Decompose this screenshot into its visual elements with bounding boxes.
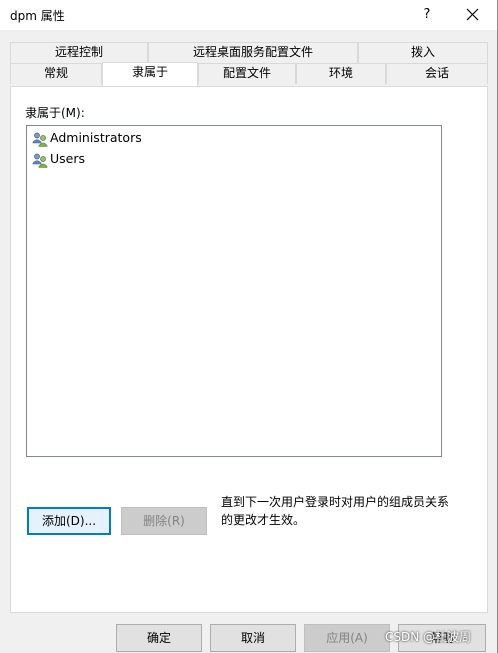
tab-remote-control[interactable]: 远程控制 [10, 42, 148, 63]
list-item[interactable]: Administrators [32, 128, 142, 148]
title-bar[interactable]: dpm 属性 ? [0, 0, 497, 30]
group-icon [32, 153, 48, 168]
membership-note: 直到下一次用户登录时对用户的组成员关系的更改才生效。 [221, 495, 450, 527]
tab-rds-profile[interactable]: 远程桌面服务配置文件 [148, 42, 358, 63]
group-name: Administrators [50, 130, 142, 145]
tab-general[interactable]: 常规 [10, 63, 102, 84]
window-title: dpm 属性 [10, 9, 65, 23]
member-of-listbox[interactable]: Administrators Users [26, 125, 442, 457]
tab-profile[interactable]: 配置文件 [198, 63, 296, 84]
help-icon: ? [423, 7, 431, 22]
close-icon [466, 8, 479, 21]
tab-member-of[interactable]: 隶属于 [102, 62, 198, 86]
list-item[interactable]: Users [32, 149, 85, 169]
cancel-button[interactable]: 取消 [210, 624, 296, 652]
tab-dial-in[interactable]: 拨入 [358, 42, 488, 63]
group-icon [32, 132, 48, 147]
apply-button[interactable]: 应用(A) [304, 624, 390, 652]
remove-group-button[interactable]: 删除(R) [121, 507, 207, 535]
properties-dialog: dpm 属性 ? 远程控制 远程桌面服务配置文件 拨入 常规 隶属于 配置文件 … [0, 0, 498, 653]
help-button[interactable]: ? [404, 0, 450, 30]
dialog-client-area: 远程控制 远程桌面服务配置文件 拨入 常规 隶属于 配置文件 环境 会话 隶属于… [0, 30, 497, 653]
tab-environment[interactable]: 环境 [296, 63, 386, 84]
tab-sessions[interactable]: 会话 [386, 63, 488, 84]
watermark: CSDN @杜波周 [385, 630, 472, 644]
ok-button[interactable]: 确定 [116, 624, 202, 652]
add-group-button[interactable]: 添加(D)... [27, 507, 111, 535]
group-name: Users [50, 151, 86, 166]
close-button[interactable] [450, 0, 496, 30]
member-of-panel: 隶属于(M): Administrators Users 添加(D)... 删除… [10, 86, 488, 613]
member-of-label: 隶属于(M): [25, 106, 85, 120]
